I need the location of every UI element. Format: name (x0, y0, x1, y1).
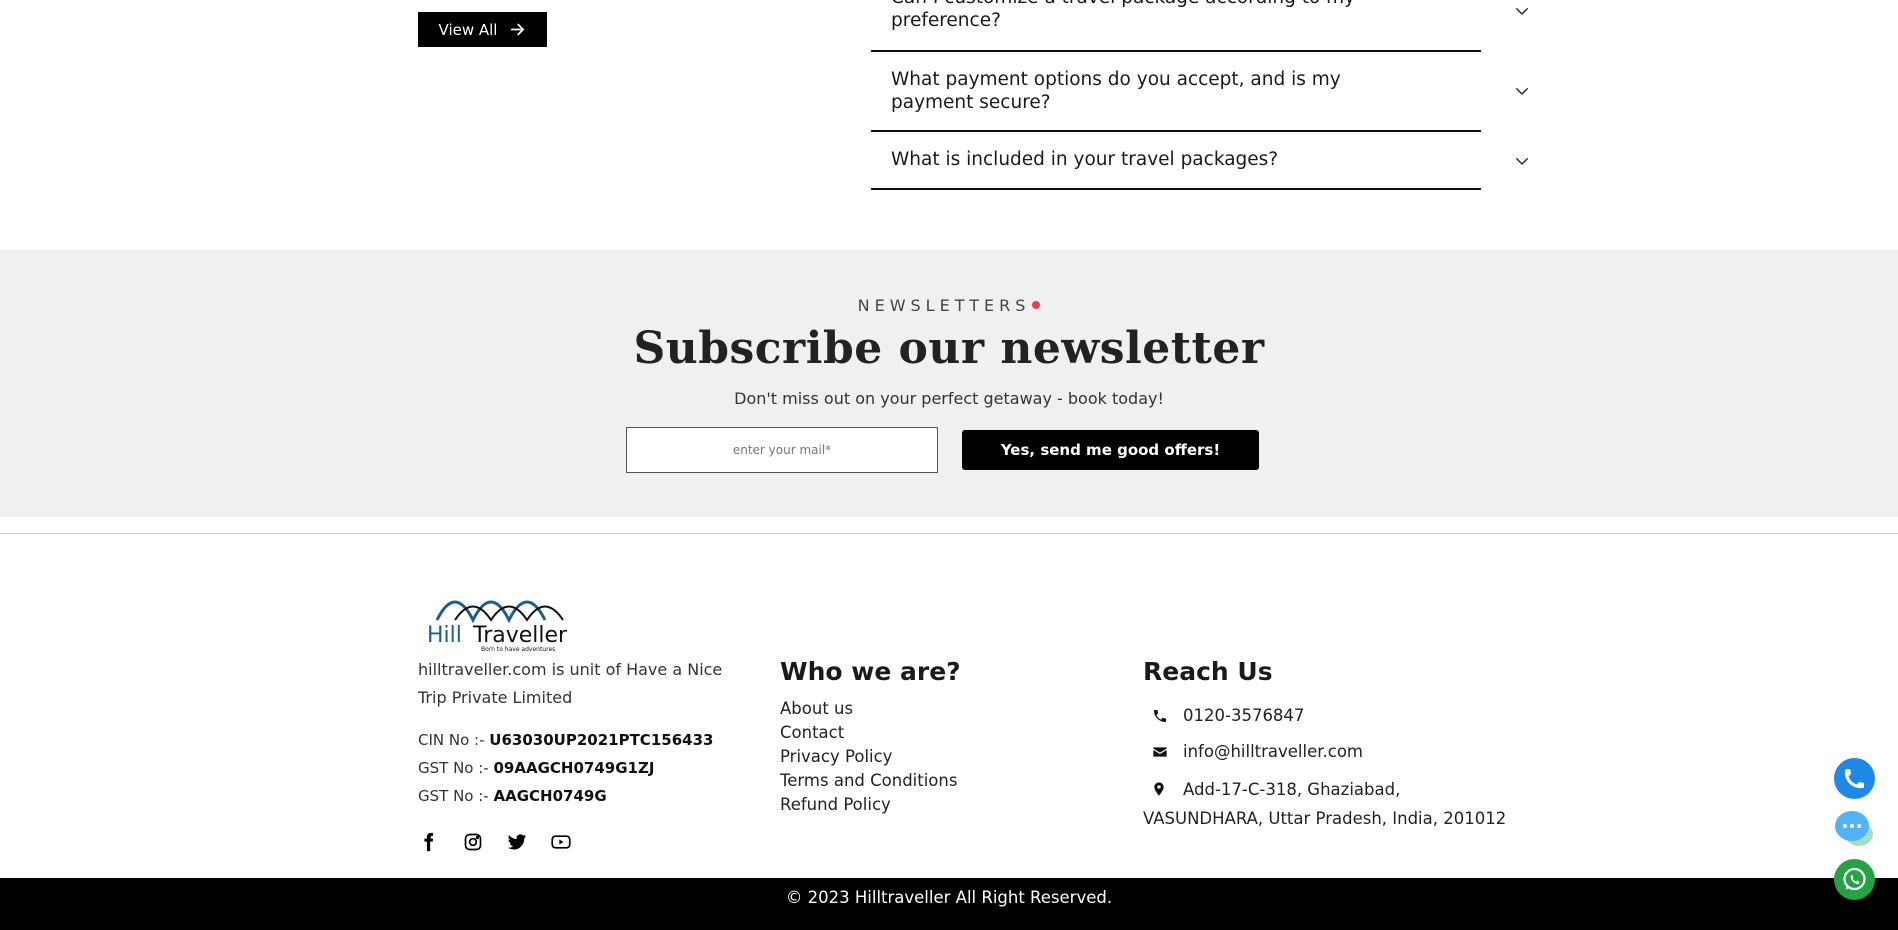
logo-text-hill: Hill (427, 623, 462, 648)
reach-us-heading: Reach Us (1143, 657, 1273, 686)
gst-number-short: GST No :- AAGCH0749G (418, 787, 728, 805)
newsletter-email-input[interactable] (626, 427, 938, 473)
eyebrow-text: NEWSLETTERS (857, 296, 1031, 315)
chevron-down-icon[interactable] (1513, 82, 1531, 100)
faq-item[interactable]: Can I customize a travel package accordi… (871, 0, 1528, 52)
copyright-text: © 2023 Hilltraveller All Right Reserved. (785, 888, 1113, 907)
reg-label: GST No :- (418, 759, 494, 777)
footer-links: About us Contact Privacy Policy Terms an… (780, 697, 957, 817)
chevron-down-icon[interactable] (1513, 152, 1531, 170)
address-text: Add-17-C-318, Ghaziabad, VASUNDHARA, Utt… (1143, 780, 1507, 828)
twitter-icon[interactable] (506, 832, 528, 852)
view-all-label: View All (438, 20, 498, 39)
faq-question: Can I customize a travel package accordi… (891, 0, 1355, 31)
email-address: info@hilltraveller.com (1183, 742, 1364, 761)
arrow-right-icon (511, 23, 525, 36)
hill-traveller-logo[interactable]: Hill Traveller Born to have adventures (425, 594, 577, 654)
social-links (418, 832, 572, 852)
cin-number: CIN No :- U63030UP2021PTC156433 (418, 731, 728, 749)
contact-address: Add-17-C-318, Ghaziabad, VASUNDHARA, Utt… (1143, 775, 1523, 833)
reg-value: U63030UP2021PTC156433 (489, 731, 714, 749)
envelope-icon (1152, 744, 1168, 760)
newsletter-eyebrow: NEWSLETTERS (0, 296, 1898, 315)
chevron-down-icon[interactable] (1513, 2, 1531, 20)
footer-link-refund[interactable]: Refund Policy (780, 793, 957, 817)
reg-value: AAGCH0749G (493, 787, 607, 805)
faq-item[interactable]: What payment options do you accept, and … (871, 52, 1528, 132)
newsletter-submit-button[interactable]: Yes, send me good offers! (962, 430, 1259, 470)
footer-link-about[interactable]: About us (780, 697, 957, 721)
reg-value: 09AAGCH0749G1ZJ (493, 759, 655, 777)
faq-question: What is included in your travel packages… (891, 149, 1279, 170)
phone-number: 0120-3576847 (1183, 706, 1305, 725)
phone-icon (1152, 708, 1168, 724)
location-pin-icon (1151, 777, 1167, 796)
faq-question: What payment options do you accept, and … (891, 69, 1341, 113)
logo-tagline: Born to have adventures (481, 646, 555, 653)
phone-call-icon[interactable] (1834, 758, 1875, 799)
instagram-icon[interactable] (462, 832, 484, 852)
logo-text-traveller: Traveller (472, 623, 568, 648)
accent-dot-icon (1032, 300, 1041, 309)
view-all-button[interactable]: View All (418, 12, 547, 47)
company-about-text: hilltraveller.com is unit of Have a Nice… (418, 660, 723, 707)
reg-label: CIN No :- (418, 731, 490, 749)
gst-number: GST No :- 09AAGCH0749G1ZJ (418, 759, 728, 777)
newsletter-title: Subscribe our newsletter (633, 323, 1265, 374)
chat-icon[interactable] (1834, 808, 1875, 849)
footer-link-contact[interactable]: Contact (780, 721, 957, 745)
footer-link-terms[interactable]: Terms and Conditions (780, 769, 957, 793)
youtube-icon[interactable] (550, 832, 572, 852)
reg-label: GST No :- (418, 787, 494, 805)
who-we-are-heading: Who we are? (780, 657, 961, 686)
newsletter-section: NEWSLETTERS Subscribe our newsletter Don… (0, 250, 1898, 517)
whatsapp-icon[interactable] (1834, 859, 1875, 900)
newsletter-subtitle: Don't miss out on your perfect getaway -… (734, 389, 1164, 408)
footer-divider (0, 533, 1898, 534)
footer-link-privacy[interactable]: Privacy Policy (780, 745, 957, 769)
facebook-icon[interactable] (418, 832, 440, 852)
faq-item[interactable]: What is included in your travel packages… (871, 132, 1528, 190)
copyright-bar: © 2023 Hilltraveller All Right Reserved. (0, 878, 1898, 930)
